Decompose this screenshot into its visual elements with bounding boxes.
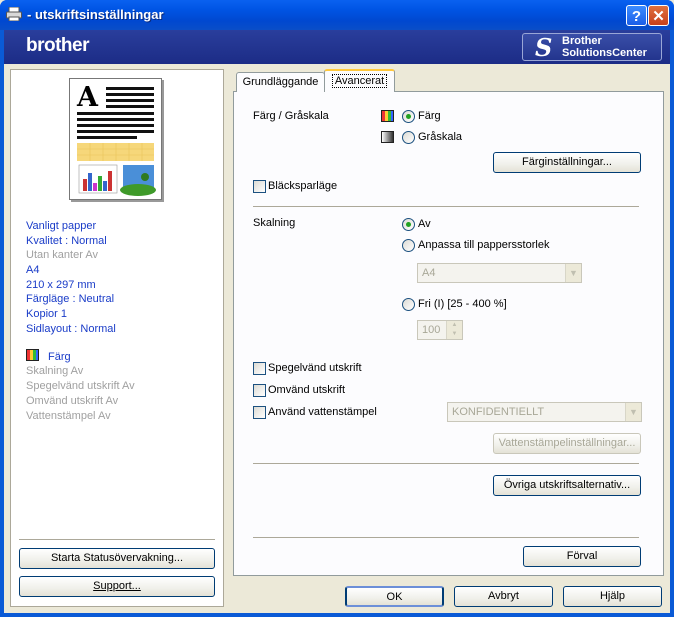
close-button[interactable]: ✕ xyxy=(648,5,669,26)
summary-item: Kvalitet : Normal xyxy=(26,235,107,247)
color-settings-button[interactable]: Färginställningar... xyxy=(493,152,641,173)
color-option-label: Färg xyxy=(418,110,441,122)
summary-color-label: Färg xyxy=(48,351,71,363)
paper-size-value: A4 xyxy=(422,267,436,279)
solutions-center-label-2: SolutionsCenter xyxy=(562,47,647,59)
scaling-fit-radio[interactable] xyxy=(402,239,415,252)
summary-item: Skalning Av xyxy=(26,365,84,377)
watermark-checkbox[interactable] xyxy=(253,406,266,419)
support-button[interactable]: Support... xyxy=(19,576,215,597)
divider xyxy=(253,463,639,464)
document-preview-icon: A xyxy=(76,82,156,196)
spinner-arrows-icon: ▲ ▼ xyxy=(446,321,462,339)
window-title: - utskriftsinställningar xyxy=(27,7,164,22)
start-status-monitor-button[interactable]: Starta Statusövervakning... xyxy=(19,548,215,569)
other-options-button[interactable]: Övriga utskriftsalternativ... xyxy=(493,475,641,496)
mirror-label: Spegelvänd utskrift xyxy=(268,362,362,374)
solutions-center-label-1: Brother xyxy=(562,35,602,47)
scaling-off-label: Av xyxy=(418,218,431,230)
color-section-label: Färg / Gråskala xyxy=(253,110,329,122)
summary-item: Färgläge : Neutral xyxy=(26,293,115,305)
tab-advanced-label: Avancerat xyxy=(331,74,388,88)
scaling-label: Skalning xyxy=(253,217,296,229)
tab-basic[interactable]: Grundläggande xyxy=(236,72,325,92)
tab-advanced[interactable]: Avancerat xyxy=(324,69,395,92)
color-icon xyxy=(381,110,394,122)
scaling-free-radio[interactable] xyxy=(402,298,415,311)
summary-item: Vanligt papper xyxy=(26,220,97,232)
divider xyxy=(253,206,639,207)
grayscale-icon xyxy=(381,131,394,143)
default-button[interactable]: Förval xyxy=(523,546,641,567)
mirror-checkbox[interactable] xyxy=(253,362,266,375)
grayscale-option-label: Gråskala xyxy=(418,131,463,143)
reverse-label: Omvänd utskrift xyxy=(268,384,346,396)
summary-item: Omvänd utskrift Av xyxy=(26,395,119,407)
watermark-settings-button: Vattenstämpelinställningar... xyxy=(493,433,641,454)
printer-icon xyxy=(6,7,22,21)
brother-logo: brother xyxy=(26,35,90,56)
scaling-off-radio[interactable] xyxy=(402,218,415,231)
chevron-down-icon: ▼ xyxy=(625,403,641,421)
scaling-percent-spinner: 100 ▲ ▼ xyxy=(417,320,463,340)
ok-button[interactable]: OK xyxy=(345,586,444,607)
page-preview: A xyxy=(69,78,162,200)
scaling-free-label: Fri (I) [25 - 400 %] xyxy=(418,298,507,310)
watermark-select: KONFIDENTIELLT ▼ xyxy=(447,402,642,422)
ink-save-label: Bläcksparläge xyxy=(268,180,338,192)
preview-letter: A xyxy=(76,82,99,113)
ink-save-checkbox[interactable] xyxy=(253,180,266,193)
cancel-button[interactable]: Avbryt xyxy=(454,586,553,607)
grayscale-radio[interactable] xyxy=(402,131,415,144)
color-mode-icon xyxy=(26,349,39,361)
left-divider xyxy=(19,539,215,540)
watermark-label: Använd vattenstämpel xyxy=(268,406,377,418)
solutions-center-icon: S xyxy=(535,33,553,62)
summary-item: Kopior 1 xyxy=(26,308,67,320)
summary-item: Vattenstämpel Av xyxy=(26,410,111,422)
help-title-button[interactable]: ? xyxy=(626,5,647,26)
color-radio[interactable] xyxy=(402,110,415,123)
support-label: Support... xyxy=(93,580,141,592)
watermark-value: KONFIDENTIELLT xyxy=(452,406,545,418)
summary-item: Utan kanter Av xyxy=(26,249,98,261)
reverse-checkbox[interactable] xyxy=(253,384,266,397)
divider xyxy=(253,537,639,538)
summary-item: A4 xyxy=(26,264,40,276)
scaling-percent-value: 100 xyxy=(422,324,441,336)
summary-item: Sidlayout : Normal xyxy=(26,323,116,335)
summary-item: Spegelvänd utskrift Av xyxy=(26,380,135,392)
paper-size-select: A4 ▼ xyxy=(417,263,582,283)
chevron-down-icon: ▼ xyxy=(565,264,581,282)
summary-item: 210 x 297 mm xyxy=(26,279,96,291)
scaling-fit-label: Anpassa till pappersstorlek xyxy=(418,239,550,251)
help-button[interactable]: Hjälp xyxy=(563,586,662,607)
